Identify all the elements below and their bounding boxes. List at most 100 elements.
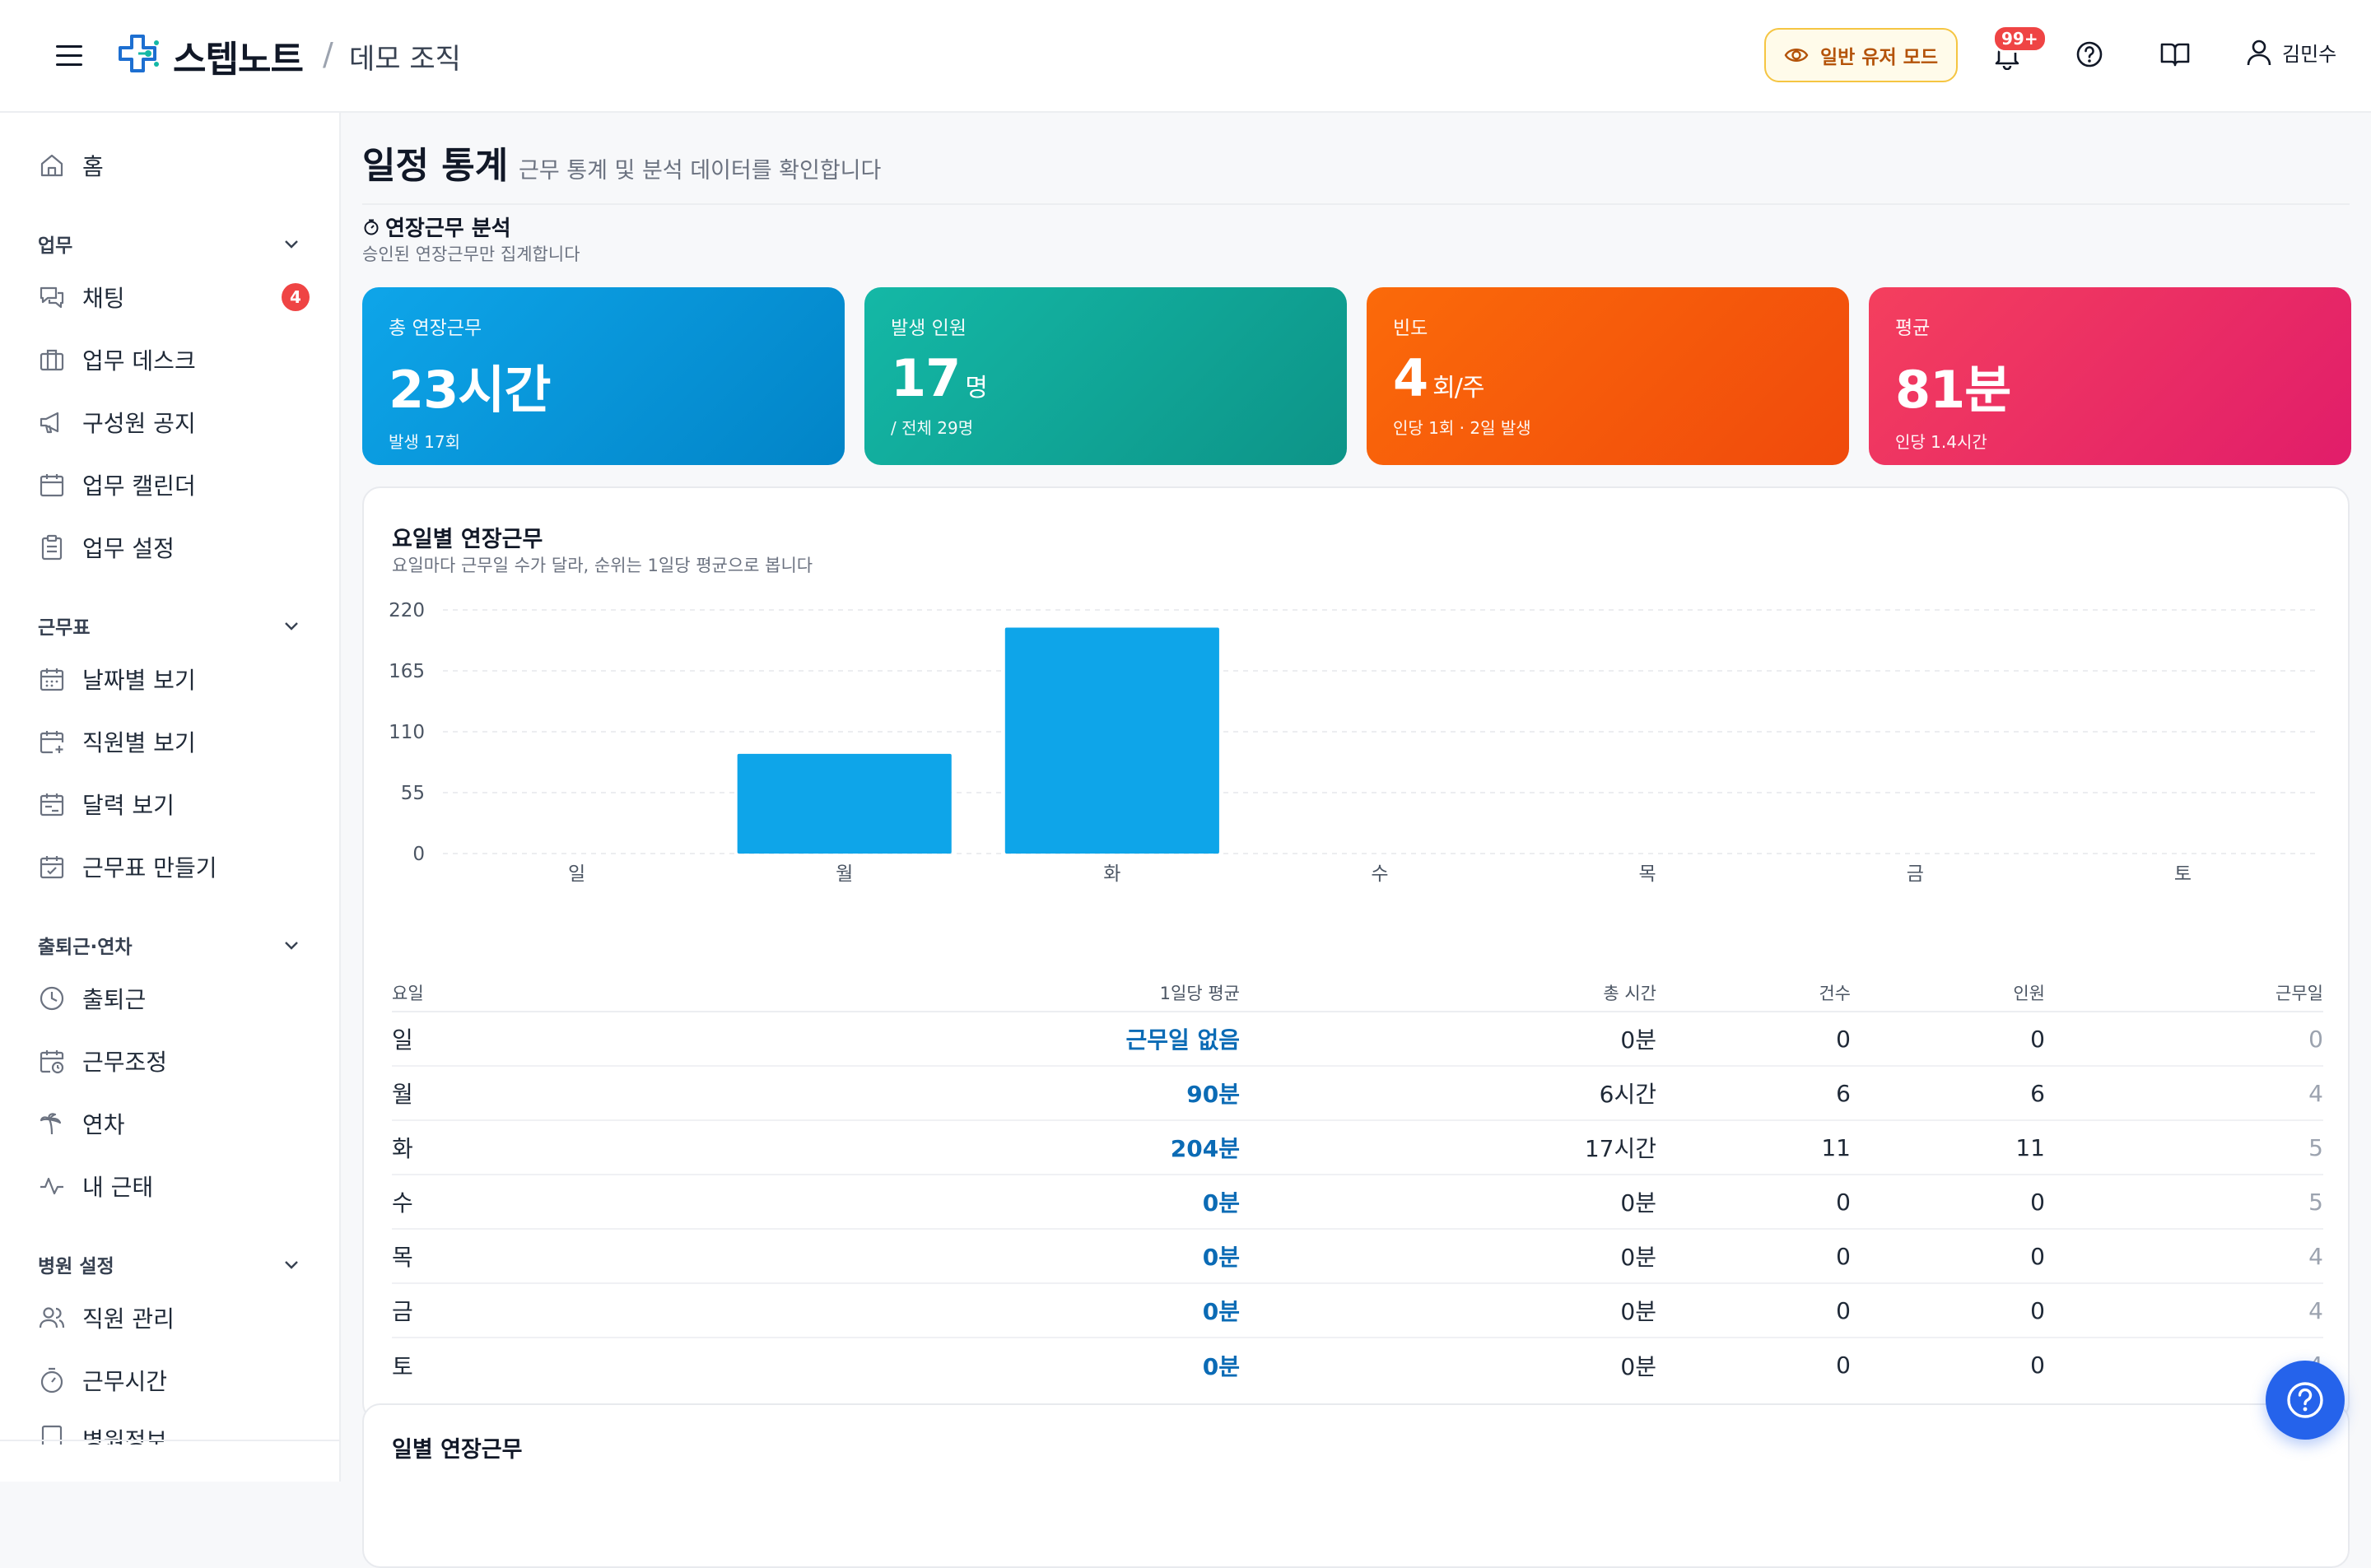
user-mode-label: 일반 유저 모드 — [1820, 47, 1938, 68]
weekday-overtime-panel: 요일별 연장근무 요일마다 근무일 수가 달라, 순위는 1일당 평균으로 봅니… — [362, 486, 2350, 1421]
main-content: 일정 통계 근무 통계 및 분석 데이터를 확인합니다 연장근무 분석 승인된 … — [341, 113, 2371, 1568]
table-cell: 0분 — [1240, 1012, 1656, 1067]
page-subtitle: 근무 통계 및 분석 데이터를 확인합니다 — [519, 158, 882, 184]
table-cell: 5 — [2045, 1175, 2323, 1230]
sidebar-item-label: 홈 — [82, 153, 104, 180]
bar-2 — [1004, 627, 1219, 854]
table-cell: 0분 — [1620, 1352, 1656, 1380]
sidebar-item-work-hours[interactable]: 근무시간 — [38, 1361, 310, 1400]
sidebar-item-leave[interactable]: 연차 — [38, 1104, 310, 1143]
stat-note: / 전체 29명 — [891, 418, 974, 438]
stat-label: 평균 — [1895, 318, 1931, 339]
sidebar-section-hospital-settings[interactable]: 병원 설정 — [38, 1250, 301, 1278]
timer-icon — [40, 1367, 63, 1394]
table-cell: 수 — [392, 1175, 499, 1230]
sidebar-item-clock-in[interactable]: 출퇴근 — [38, 979, 310, 1018]
weekday-bar-chart: 0 55 110 165 220 일 월 화 수 목 금 토 — [389, 600, 2317, 885]
table-cell: 4 — [2045, 1229, 2323, 1284]
help-fab-button[interactable] — [2266, 1361, 2345, 1440]
stat-value: 17 — [891, 348, 961, 408]
daily-overtime-panel: 일별 연장근무 — [362, 1403, 2350, 1568]
sidebar-item-label: 업무 설정 — [82, 535, 175, 562]
x-tick-label: 토 — [2174, 863, 2192, 885]
panel-subtitle: 요일마다 근무일 수가 달라, 순위는 1일당 평균으로 봅니다 — [392, 556, 813, 575]
sidebar-item-label: 달력 보기 — [82, 792, 175, 819]
table-cell: 17시간 — [1240, 1120, 1656, 1175]
stat-value: 81분 — [1895, 360, 2011, 420]
y-tick-label: 0 — [412, 844, 425, 865]
stat-card-staff-count: 발생 인원 17 명 / 전체 29명 — [864, 287, 1347, 465]
eye-icon — [1784, 49, 1809, 62]
sidebar-item-shift-adjust[interactable]: 근무조정 — [38, 1041, 310, 1081]
column-header: 근무일 — [2045, 974, 2323, 1012]
sidebar-item-staff-management[interactable]: 직원 관리 — [38, 1298, 310, 1338]
user-mode-button[interactable]: 일반 유저 모드 — [1764, 28, 1958, 82]
stat-card-frequency: 빈도 4 회/주 인당 1회 · 2일 발생 — [1367, 287, 1849, 465]
stat-value: 4 — [1393, 348, 1428, 408]
sidebar-item-work-desk[interactable]: 업무 데스크 — [38, 340, 310, 379]
sidebar: 홈 업무 채팅 4 업무 데스크 구성원 공지 업무 캘린더 업무 설정 근무표… — [0, 113, 341, 1482]
stat-value: 23시간 — [389, 360, 551, 420]
table-cell: 6 — [1851, 1066, 2045, 1121]
sidebar-item-notice[interactable]: 구성원 공지 — [38, 402, 310, 442]
sidebar-item-my-attendance[interactable]: 내 근태 — [38, 1166, 310, 1206]
chat-icon — [40, 286, 64, 309]
sidebar-item-calendar-view[interactable]: 달력 보기 — [38, 784, 310, 824]
book-icon[interactable] — [2157, 36, 2193, 72]
sidebar-section-attendance[interactable]: 출퇴근·연차 — [38, 931, 301, 959]
table-cell: 근무일 없음 — [499, 1012, 1240, 1067]
menu-icon[interactable] — [53, 41, 86, 71]
logo-icon[interactable] — [117, 31, 163, 77]
column-header: 인원 — [1851, 974, 2045, 1012]
table-cell: 0 — [1851, 1012, 2045, 1067]
sidebar-item-label: 직원별 보기 — [82, 729, 196, 756]
chat-unread-badge: 4 — [282, 283, 310, 311]
brand-name[interactable]: 스텝노트 — [173, 30, 304, 82]
sidebar-item-home[interactable]: 홈 — [38, 146, 310, 185]
section-title: 병원 설정 — [38, 1256, 114, 1277]
table-cell: 0 — [1836, 1352, 1851, 1379]
organization-name[interactable]: 데모 조직 — [349, 36, 461, 77]
table-cell: 0분 — [499, 1175, 1240, 1230]
sidebar-item-work-calendar[interactable]: 업무 캘린더 — [38, 465, 310, 505]
sidebar-item-by-staff[interactable]: 직원별 보기 — [38, 722, 310, 761]
table-cell: 204분 — [499, 1120, 1240, 1175]
sidebar-item-hospital-info[interactable]: 병원정보 — [38, 1423, 310, 1445]
stat-card-average: 평균 81분 인당 1.4시간 — [1869, 287, 2351, 465]
user-menu[interactable]: 김민수 — [2246, 38, 2336, 67]
clock-icon — [40, 986, 64, 1011]
sidebar-item-by-date[interactable]: 날짜별 보기 — [38, 659, 310, 699]
sidebar-item-work-settings[interactable]: 업무 설정 — [38, 528, 310, 567]
column-header: 건수 — [1656, 974, 1851, 1012]
x-tick-label: 일 — [568, 863, 585, 885]
table-cell: 0분 — [499, 1229, 1240, 1284]
table-row: 일 근무일 없음 0분 0 0 0 — [392, 1012, 2323, 1067]
x-tick-label: 금 — [1907, 863, 1924, 885]
table-cell: 0 — [1851, 1229, 2045, 1284]
section-title: 연장근무 분석 — [362, 212, 511, 242]
chevron-down-icon — [285, 240, 298, 249]
megaphone-icon — [40, 412, 59, 434]
sidebar-section-schedule[interactable]: 근무표 — [38, 612, 301, 640]
table-cell: 0분 — [1240, 1229, 1656, 1284]
section-title: 업무 — [38, 235, 73, 257]
help-icon[interactable] — [2071, 36, 2108, 72]
sidebar-item-label: 구성원 공지 — [82, 410, 196, 437]
sidebar-item-make-schedule[interactable]: 근무표 만들기 — [38, 847, 310, 886]
sidebar-item-label: 연차 — [82, 1111, 125, 1138]
notification-badge: 99+ — [1992, 25, 2047, 53]
table-cell: 화 — [392, 1120, 499, 1175]
stat-label: 빈도 — [1393, 318, 1428, 339]
stat-note: 인당 1.4시간 — [1895, 432, 1987, 452]
sidebar-item-chat[interactable]: 채팅 4 — [38, 277, 310, 317]
table-row: 금 0분 0분 0 0 4 — [392, 1283, 2323, 1338]
calendar-check-icon — [40, 856, 64, 879]
x-tick-label: 월 — [836, 863, 853, 885]
table-cell: 0 — [1656, 1229, 1851, 1284]
sidebar-section-work[interactable]: 업무 — [38, 230, 301, 258]
table-cell: 목 — [392, 1229, 499, 1284]
table-cell: 4 — [2045, 1066, 2323, 1121]
home-icon — [40, 154, 63, 177]
user-name: 김민수 — [2282, 43, 2337, 66]
calendar-icon — [40, 474, 64, 497]
